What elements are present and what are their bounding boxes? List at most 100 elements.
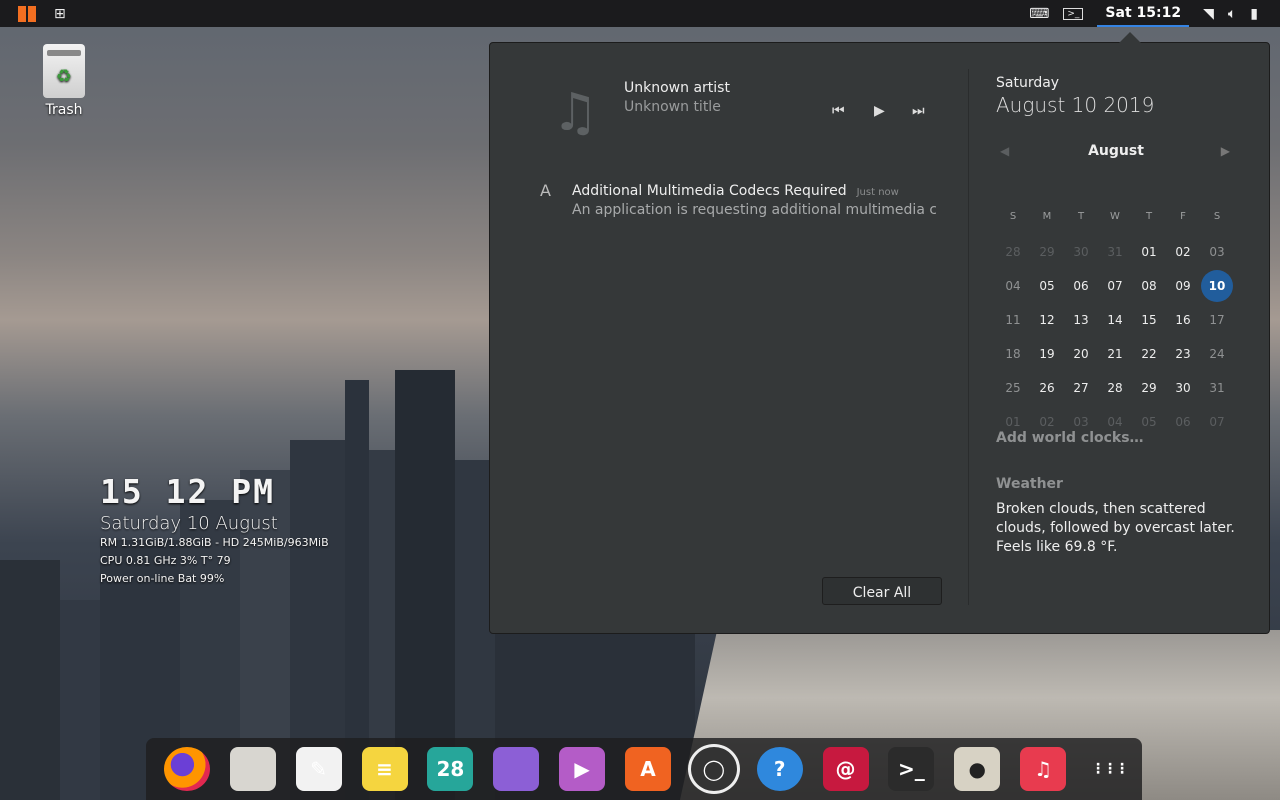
media-player: ♫ Unknown artist Unknown title ⏮ ▶ ⏭	[552, 77, 952, 147]
dock-item[interactable]: ⋮⋮⋮	[1076, 738, 1142, 800]
calendar-day[interactable]: 21	[1098, 337, 1132, 371]
calendar-day[interactable]: 28	[996, 235, 1030, 269]
screenshot-icon: ◯	[687, 744, 740, 794]
text-editor-icon: ✎	[295, 747, 342, 791]
calendar-grid: S M T W T F S 28 29 30 31 01 02 03 04 05 06 07 08 09 10 11 12 1…	[996, 211, 1236, 439]
day-header: S	[1009, 211, 1017, 222]
top-bar: ⊞ ⌨ >_ Sat 15:12 ◥ 🔈︎ ▮	[0, 0, 1280, 27]
day-header: T	[1077, 211, 1085, 222]
dock-item[interactable]: ◯	[681, 738, 747, 800]
dock-item[interactable]: ●	[944, 738, 1010, 800]
calendar-day[interactable]: 19	[1030, 337, 1064, 371]
add-world-clocks-button[interactable]: Add world clocks…	[996, 430, 1144, 446]
dock-item[interactable]: ?	[747, 738, 813, 800]
calendar-day[interactable]: 30	[1166, 371, 1200, 405]
calendar-day[interactable]: 05	[1030, 269, 1064, 303]
calendar-day[interactable]: 15	[1132, 303, 1166, 337]
calendar-popover: ♫ Unknown artist Unknown title ⏮ ▶ ⏭ A A…	[489, 42, 1270, 634]
desktop-trash[interactable]: ♻ Trash	[34, 44, 94, 118]
previous-track-icon[interactable]: ⏮	[832, 103, 845, 119]
calendar-panel: Saturday August 10 2019 ◀ August ▶ S M T W T…	[996, 75, 1236, 429]
next-month-icon[interactable]: ▶	[1221, 144, 1230, 158]
media-title: Unknown title	[624, 99, 721, 115]
calendar-day[interactable]: 30	[1064, 235, 1098, 269]
calendar-icon: 28	[427, 747, 474, 791]
calendar-day[interactable]: 12	[1030, 303, 1064, 337]
dock-item[interactable]	[220, 738, 286, 800]
weather-heading[interactable]: Weather	[996, 476, 1063, 492]
help-icon: ?	[756, 747, 803, 791]
notification-body: An application is requesting additional …	[572, 202, 936, 218]
volume-icon[interactable]: 🔈︎	[1228, 6, 1236, 22]
calendar-day[interactable]: 03	[1200, 235, 1234, 269]
dock-item[interactable]: ✎	[286, 738, 352, 800]
conky-date: Saturday 10 August	[100, 513, 278, 534]
notification-title: Additional Multimedia Codecs Required	[572, 183, 847, 199]
calendar-day[interactable]: 31	[1098, 235, 1132, 269]
activities-icon[interactable]	[18, 5, 36, 22]
next-track-icon[interactable]: ⏭	[912, 103, 925, 119]
calendar-day[interactable]: 25	[996, 371, 1030, 405]
calendar-day[interactable]: 28	[1098, 371, 1132, 405]
files-icon	[229, 747, 276, 791]
calendar-day[interactable]: 06	[1064, 269, 1098, 303]
keyboard-icon[interactable]: ⌨	[1029, 6, 1049, 22]
popover-arrow	[1119, 32, 1141, 43]
play-icon[interactable]: ▶	[874, 103, 885, 119]
firefox-icon	[163, 747, 210, 791]
calendar-day[interactable]: 14	[1098, 303, 1132, 337]
dock-item[interactable]	[154, 738, 220, 800]
calendar-day[interactable]: 29	[1030, 235, 1064, 269]
calendar-week: 18 19 20 21 22 23 24	[996, 337, 1236, 371]
conky-power: Power on-line Bat 99%	[100, 572, 225, 585]
calendar-day[interactable]: 07	[1098, 269, 1132, 303]
app-grid-icon[interactable]: ⊞	[54, 6, 66, 22]
calendar-day[interactable]: 16	[1166, 303, 1200, 337]
calendar-day[interactable]: 07	[1200, 405, 1234, 439]
calendar-day[interactable]: 09	[1166, 269, 1200, 303]
calendar-day[interactable]: 02	[1166, 235, 1200, 269]
calendar-week: 28 29 30 31 01 02 03	[996, 235, 1236, 269]
day-header: F	[1180, 211, 1186, 222]
calendar-week: 04 05 06 07 08 09 10	[996, 269, 1236, 303]
conky-time: 15 12 PM	[100, 472, 275, 511]
show-apps-icon: ⋮⋮⋮	[1090, 761, 1129, 777]
calendar-day[interactable]: 31	[1200, 371, 1234, 405]
calendar-day[interactable]: 11	[996, 303, 1030, 337]
notification-time: Just now	[856, 187, 899, 198]
calendar-day[interactable]: 04	[996, 269, 1030, 303]
dock-item[interactable]: 28	[417, 738, 483, 800]
calendar-week: 11 12 13 14 15 16 17	[996, 303, 1236, 337]
dock-item[interactable]: ♫	[1010, 738, 1076, 800]
dock-item[interactable]: >_	[878, 738, 944, 800]
wifi-icon[interactable]: ◥	[1203, 6, 1214, 22]
dock-item[interactable]: @	[813, 738, 879, 800]
calendar-day[interactable]: 24	[1200, 337, 1234, 371]
day-header: S	[1213, 211, 1221, 222]
conky-cpu: CPU 0.81 GHz 3% T° 79	[100, 554, 231, 567]
dock-item[interactable]: ▶	[549, 738, 615, 800]
calendar-day[interactable]: 29	[1132, 371, 1166, 405]
clear-all-button[interactable]: Clear All	[822, 577, 942, 605]
dock-item[interactable]: A	[615, 738, 681, 800]
clock-button[interactable]: Sat 15:12	[1097, 0, 1190, 27]
calendar-day[interactable]: 23	[1166, 337, 1200, 371]
calendar-day[interactable]: 22	[1132, 337, 1166, 371]
calendar-day[interactable]: 06	[1166, 405, 1200, 439]
calendar-day[interactable]: 27	[1064, 371, 1098, 405]
calendar-day[interactable]: 20	[1064, 337, 1098, 371]
calendar-day[interactable]: 18	[996, 337, 1030, 371]
calendar-day[interactable]: 10	[1200, 269, 1234, 303]
dock-item[interactable]: ≡	[352, 738, 418, 800]
music-note-icon: ♫	[552, 83, 599, 143]
calendar-day[interactable]: 26	[1030, 371, 1064, 405]
calendar-week: 25 26 27 28 29 30 31	[996, 371, 1236, 405]
terminal-indicator-icon[interactable]: >_	[1063, 7, 1084, 20]
battery-icon[interactable]: ▮	[1250, 6, 1258, 22]
calendar-day[interactable]: 01	[1132, 235, 1166, 269]
workspace-icon	[493, 747, 540, 791]
dock-item[interactable]	[483, 738, 549, 800]
calendar-day[interactable]: 17	[1200, 303, 1234, 337]
calendar-day[interactable]: 08	[1132, 269, 1166, 303]
calendar-day[interactable]: 13	[1064, 303, 1098, 337]
